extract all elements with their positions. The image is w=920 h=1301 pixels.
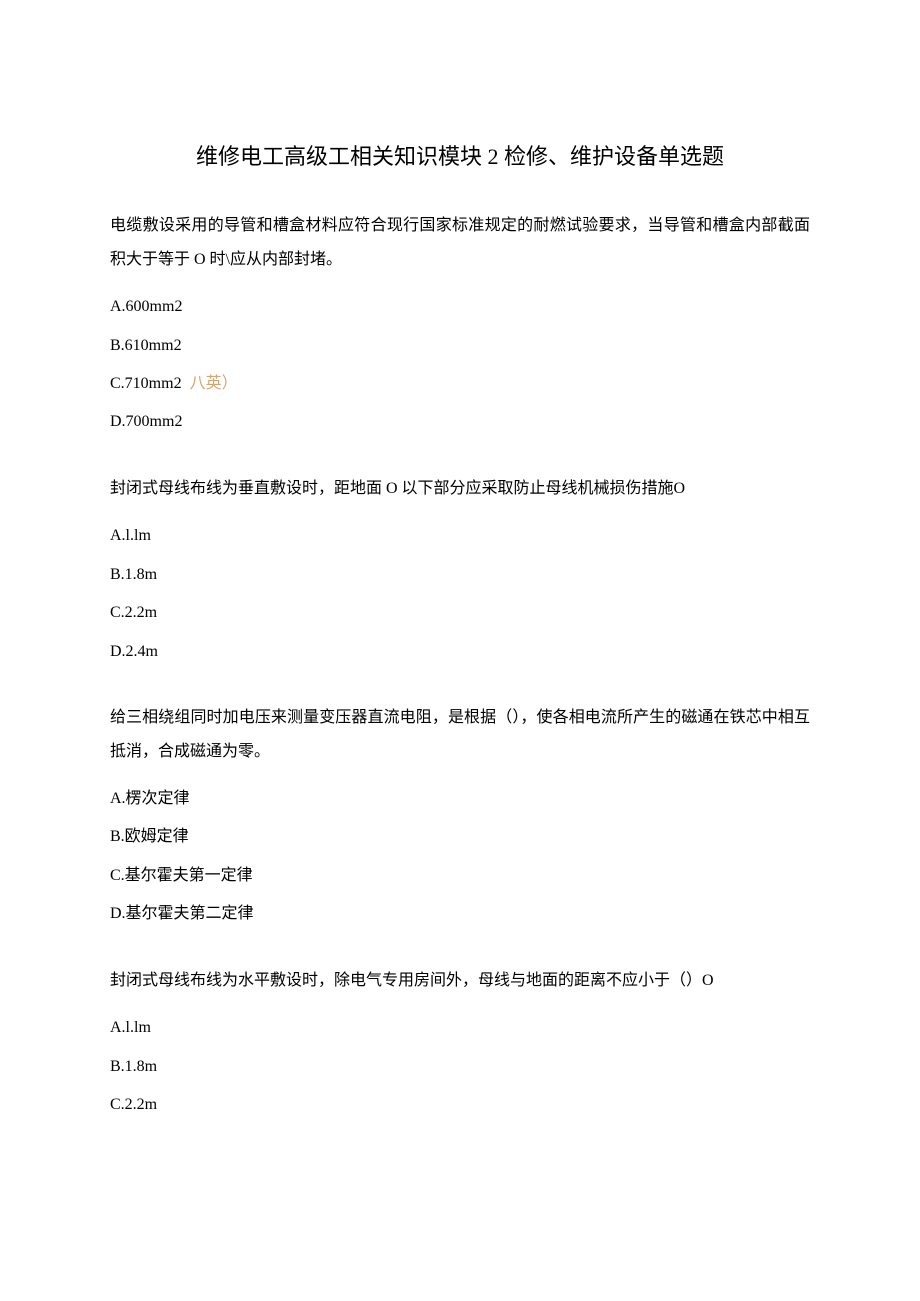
option-a: A.楞次定律 <box>110 780 810 818</box>
option-b: B.欧姆定律 <box>110 818 810 856</box>
option-d: D.基尔霍夫第二定律 <box>110 895 810 933</box>
option-b: B.610mm2 <box>110 327 810 365</box>
page-title: 维修电工高级工相关知识模块 2 检修、维护设备单选题 <box>110 140 810 173</box>
option-a: A.600mm2 <box>110 288 810 326</box>
option-c: C.2.2m <box>110 594 810 632</box>
option-label: A.楞次定律 <box>110 790 190 807</box>
option-a: A.l.lm <box>110 517 810 555</box>
question-block: 给三相绕组同时加电压来测量变压器直流电阻，是根据（），使各相电流所产生的磁通在铁… <box>110 701 810 934</box>
option-label: A.l.lm <box>110 527 151 544</box>
option-label: C.710mm2 <box>110 375 182 392</box>
option-b: B.1.8m <box>110 556 810 594</box>
option-d: D.2.4m <box>110 633 810 671</box>
question-text: 封闭式母线布线为水平敷设时，除电气专用房间外，母线与地面的距离不应小于（）O <box>110 964 810 998</box>
option-c: C.710mm2 八英） <box>110 365 810 403</box>
option-label: A.l.lm <box>110 1019 151 1036</box>
option-label: B.1.8m <box>110 1058 157 1075</box>
option-label: D.基尔霍夫第二定律 <box>110 905 254 922</box>
option-b: B.1.8m <box>110 1048 810 1086</box>
question-text: 电缆敷设采用的导管和槽盒材料应符合现行国家标准规定的耐燃试验要求，当导管和槽盒内… <box>110 209 810 276</box>
option-label: B.欧姆定律 <box>110 828 189 845</box>
option-a: A.l.lm <box>110 1009 810 1047</box>
option-label: B.610mm2 <box>110 337 182 354</box>
question-text: 封闭式母线布线为垂直敷设时，距地面 O 以下部分应采取防止母线机械损伤措施O <box>110 472 810 506</box>
option-label: D.700mm2 <box>110 413 182 430</box>
option-label: C.2.2m <box>110 604 157 621</box>
question-text: 给三相绕组同时加电压来测量变压器直流电阻，是根据（），使各相电流所产生的磁通在铁… <box>110 701 810 768</box>
question-block: 封闭式母线布线为水平敷设时，除电气专用房间外，母线与地面的距离不应小于（）O A… <box>110 964 810 1125</box>
option-label: B.1.8m <box>110 566 157 583</box>
option-annotation: 八英） <box>186 375 238 392</box>
option-c: C.基尔霍夫第一定律 <box>110 857 810 895</box>
option-label: C.2.2m <box>110 1096 157 1113</box>
option-label: D.2.4m <box>110 643 158 660</box>
option-d: D.700mm2 <box>110 403 810 441</box>
question-block: 封闭式母线布线为垂直敷设时，距地面 O 以下部分应采取防止母线机械损伤措施O A… <box>110 472 810 671</box>
option-label: C.基尔霍夫第一定律 <box>110 867 253 884</box>
option-label: A.600mm2 <box>110 298 182 315</box>
question-block: 电缆敷设采用的导管和槽盒材料应符合现行国家标准规定的耐燃试验要求，当导管和槽盒内… <box>110 209 810 442</box>
option-c: C.2.2m <box>110 1086 810 1124</box>
